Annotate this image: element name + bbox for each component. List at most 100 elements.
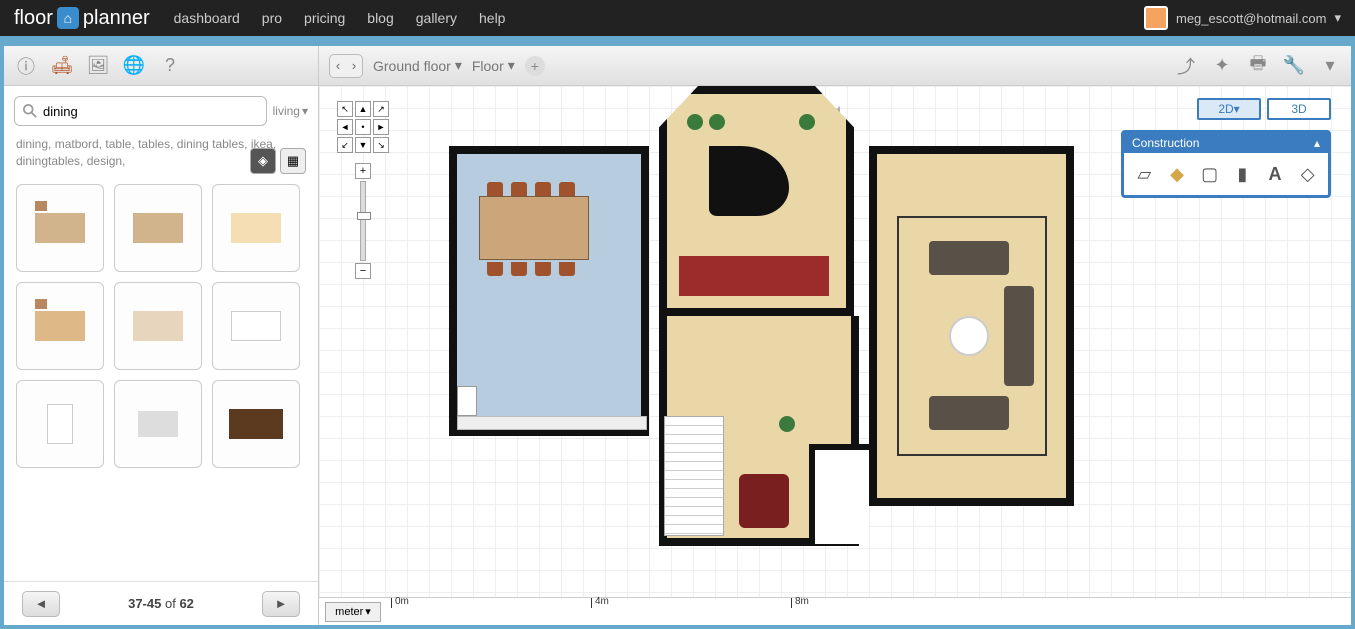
furniture-chair[interactable] [487, 182, 503, 196]
wall-tool-icon[interactable]: ▢ [1197, 161, 1222, 187]
pager-next-button[interactable]: ► [262, 591, 300, 617]
pan-nw-button[interactable]: ↖ [337, 101, 353, 117]
furniture-rug[interactable] [679, 256, 829, 296]
pan-ne-button[interactable]: ↗ [373, 101, 389, 117]
nav-pricing[interactable]: pricing [304, 10, 345, 26]
pan-w-button[interactable]: ◄ [337, 119, 353, 135]
crumb-floor[interactable]: Floor ▾ [472, 57, 515, 74]
help-icon[interactable]: ? [158, 54, 182, 78]
pan-center-button[interactable]: • [355, 119, 371, 135]
furniture-chair[interactable] [559, 262, 575, 276]
avatar[interactable] [1144, 6, 1168, 30]
unit-dropdown[interactable]: meter▾ [325, 602, 381, 622]
zoom-slider[interactable] [360, 181, 366, 261]
view-3d-thumb-button[interactable]: ◈ [250, 148, 276, 174]
user-email[interactable]: meg_escott@hotmail.com [1176, 11, 1326, 26]
catalog-item[interactable] [114, 184, 202, 272]
furniture-chair[interactable] [535, 182, 551, 196]
chevron-down-icon: ▾ [508, 57, 515, 74]
sidebar: ⓘ 🛋 🖼 🌐 ? living ▾ dining, matbord, tabl… [4, 46, 319, 625]
info-icon[interactable]: ⓘ [14, 54, 38, 78]
text-tool-icon[interactable]: A [1263, 161, 1288, 187]
furniture-chair[interactable] [487, 262, 503, 276]
search-input[interactable] [43, 104, 258, 119]
pager: ◄ 37-45 of 62 ► [4, 581, 318, 625]
chevron-down-icon: ▾ [302, 104, 308, 118]
catalog-item[interactable] [212, 380, 300, 468]
top-nav-links: dashboard pro pricing blog gallery help [174, 10, 506, 26]
furniture-chair[interactable] [559, 182, 575, 196]
settings-icon[interactable]: 🔧 [1283, 55, 1305, 77]
redo-button[interactable]: › [346, 55, 362, 77]
door-tool-icon[interactable]: ▮ [1230, 161, 1255, 187]
appliance-stove[interactable] [457, 386, 477, 416]
ruler-mark: 0m [395, 596, 409, 607]
globe-icon[interactable]: 🌐 [122, 54, 146, 78]
furniture-icon[interactable]: 🛋 [50, 54, 74, 78]
view-2d-thumb-button[interactable]: ▦ [280, 148, 306, 174]
catalog-item[interactable] [16, 184, 104, 272]
stairs[interactable] [664, 416, 724, 536]
photo-icon[interactable]: 🖼 [86, 54, 110, 78]
zoom-handle[interactable] [357, 212, 371, 220]
catalog-item[interactable] [212, 282, 300, 370]
furniture-chair[interactable] [511, 182, 527, 196]
pan-n-button[interactable]: ▲ [355, 101, 371, 117]
plant-icon[interactable] [799, 114, 815, 130]
dimension-tool-icon[interactable]: ◇ [1295, 161, 1320, 187]
pan-e-button[interactable]: ► [373, 119, 389, 135]
canvas-toolbar: ‹ › Ground floor ▾ Floor ▾ + ⤴ ✦ 🖶 🔧 ▾ [319, 46, 1351, 86]
pan-se-button[interactable]: ↘ [373, 137, 389, 153]
brand-badge-icon: ⌂ [57, 7, 79, 29]
add-floor-button[interactable]: + [525, 56, 545, 76]
catalog-item[interactable] [114, 282, 202, 370]
view-2d-button[interactable]: 2D ▾ [1197, 98, 1261, 120]
plant-icon[interactable] [687, 114, 703, 130]
ruler-mark: 8m [795, 596, 809, 607]
print-icon[interactable]: 🖶 [1247, 55, 1269, 77]
pager-text: 37-45 of 62 [128, 596, 194, 611]
share-icon[interactable]: ✦ [1211, 55, 1233, 77]
catalog-grid [4, 176, 318, 581]
sidebar-toolbar: ⓘ 🛋 🖼 🌐 ? [4, 46, 318, 86]
catalog-item[interactable] [16, 380, 104, 468]
furniture-chair[interactable] [511, 262, 527, 276]
search-input-wrap [14, 96, 267, 126]
furniture-armchair[interactable] [739, 474, 789, 528]
furniture-chair[interactable] [535, 262, 551, 276]
furniture-dining-table[interactable] [479, 196, 589, 260]
catalog-item[interactable] [114, 380, 202, 468]
view-3d-button[interactable]: 3D [1267, 98, 1331, 120]
filter-dropdown[interactable]: living ▾ [273, 104, 308, 118]
crumb-ground-floor[interactable]: Ground floor ▾ [373, 57, 462, 74]
zoom-in-button[interactable]: + [355, 163, 371, 179]
export-icon[interactable]: ⤴ [1175, 55, 1197, 77]
chevron-down-icon[interactable]: ▾ [1319, 55, 1341, 77]
zoom-out-button[interactable]: − [355, 263, 371, 279]
ruler-mark: 4m [595, 596, 609, 607]
nav-dashboard[interactable]: dashboard [174, 10, 240, 26]
pan-sw-button[interactable]: ↙ [337, 137, 353, 153]
nav-help[interactable]: help [479, 10, 505, 26]
nav-gallery[interactable]: gallery [416, 10, 457, 26]
kitchen-counter[interactable] [457, 416, 647, 430]
plant-icon[interactable] [709, 114, 725, 130]
brand-prefix: floor [14, 7, 53, 30]
pan-zoom-controls: ↖ ▲ ↗ ◄ • ► ↙ ▼ ↘ + − [337, 101, 389, 279]
plant-icon[interactable] [779, 416, 795, 432]
search-icon [23, 104, 37, 118]
history-buttons: ‹ › [329, 54, 363, 78]
nav-blog[interactable]: blog [367, 10, 393, 26]
floorplan[interactable]: First design loaded [449, 86, 1189, 556]
collapse-icon[interactable]: ▴ [1314, 136, 1320, 150]
brand-logo[interactable]: floor ⌂ planner [14, 7, 150, 30]
pan-s-button[interactable]: ▼ [355, 137, 371, 153]
furniture-area-rug[interactable] [897, 216, 1047, 456]
user-menu-caret-icon[interactable]: ▾ [1334, 10, 1341, 26]
catalog-item[interactable] [212, 184, 300, 272]
catalog-item[interactable] [16, 282, 104, 370]
nav-pro[interactable]: pro [262, 10, 282, 26]
undo-button[interactable]: ‹ [330, 55, 346, 77]
pager-prev-button[interactable]: ◄ [22, 591, 60, 617]
room-bath[interactable] [809, 444, 869, 544]
